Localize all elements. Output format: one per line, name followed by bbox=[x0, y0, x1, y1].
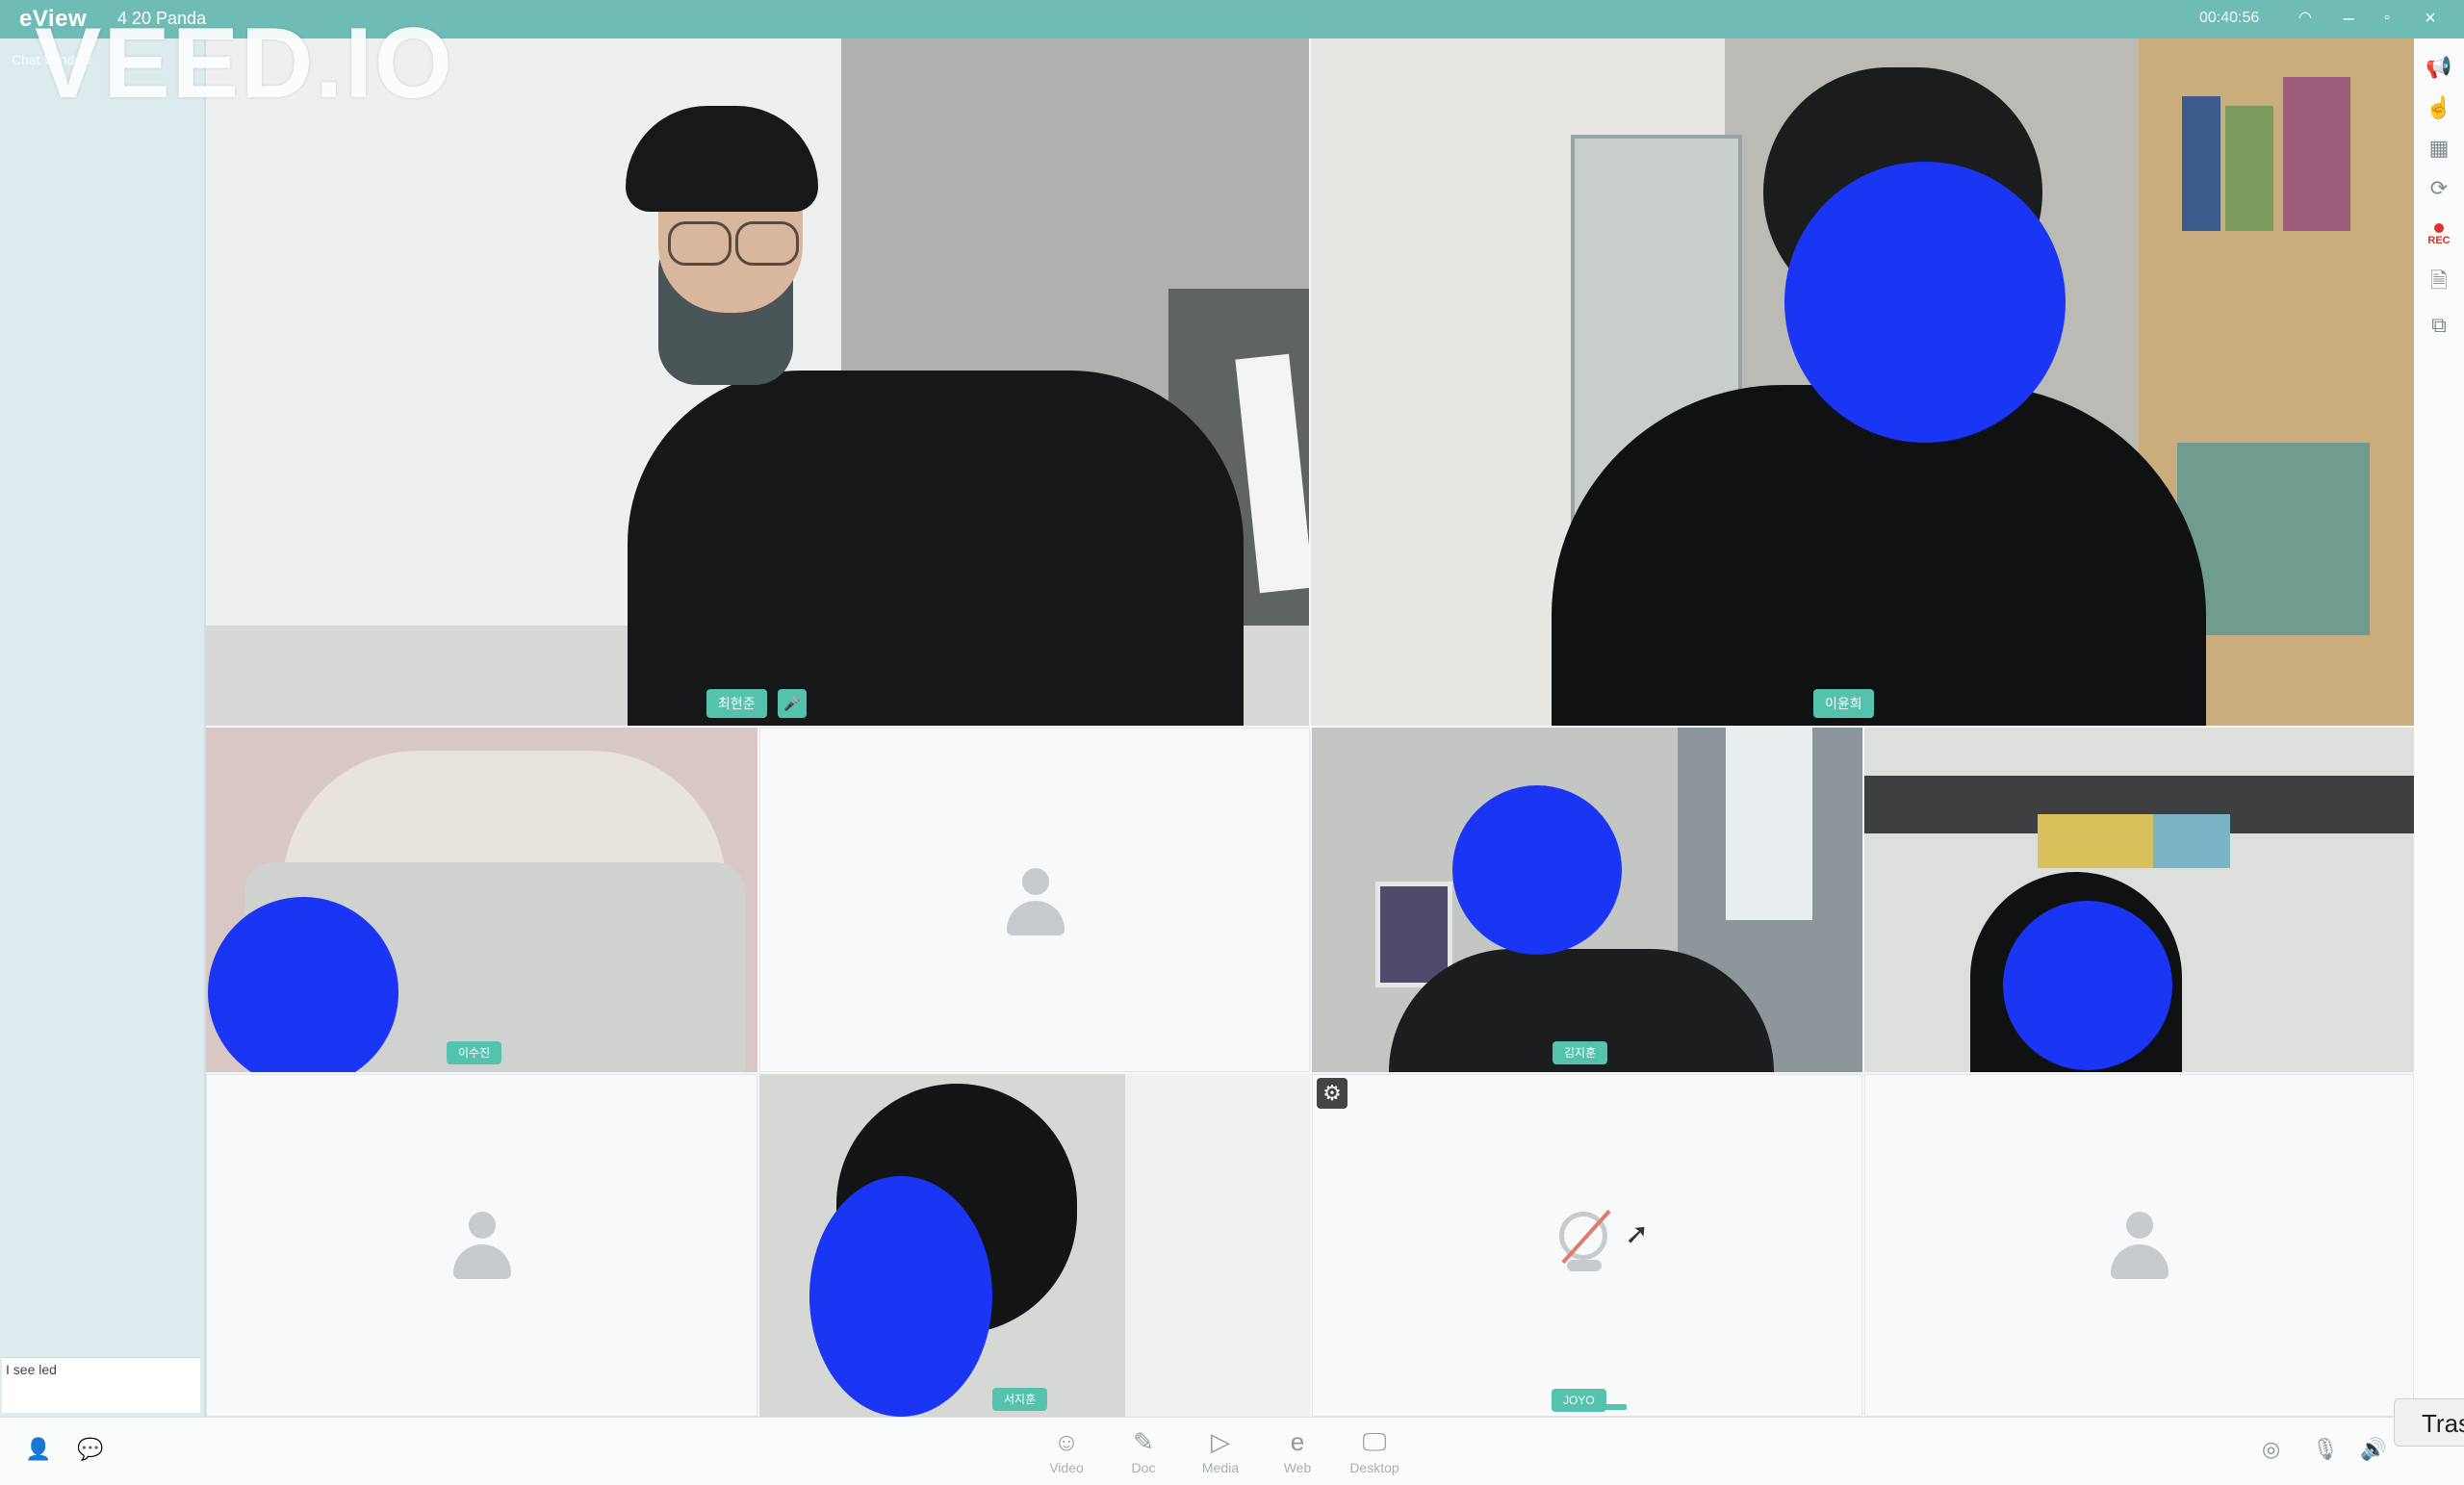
restore-button[interactable]: ▫ bbox=[2373, 4, 2401, 33]
participant-name-tag: 서지훈 bbox=[992, 1388, 1048, 1411]
person-body bbox=[628, 371, 1244, 726]
chat-tab[interactable]: Chat Window bbox=[12, 52, 91, 67]
media-tool-button[interactable]: ▷ Media bbox=[1187, 1427, 1254, 1475]
participant-name-tag: 최현준 bbox=[706, 689, 767, 718]
audio-level-bar bbox=[1598, 1404, 1627, 1410]
video-tile-3[interactable]: 이수진 bbox=[206, 728, 757, 1072]
participant-placeholder-icon bbox=[2111, 1212, 2169, 1281]
book-stack bbox=[2177, 443, 2370, 635]
shelf-folder bbox=[2153, 814, 2230, 868]
blurred-face bbox=[1452, 785, 1622, 955]
wifi-icon: ◠ bbox=[2298, 10, 2312, 26]
camera-toggle-icon[interactable]: ◎ bbox=[2262, 1437, 2280, 1462]
book-3 bbox=[2283, 77, 2350, 231]
mouse-cursor-icon: ➚ bbox=[1625, 1218, 1650, 1250]
book-2 bbox=[2225, 106, 2273, 231]
web-tool-button[interactable]: e Web bbox=[1264, 1427, 1331, 1475]
participant-name-tag: 이윤희 bbox=[1813, 689, 1874, 718]
speaker-icon[interactable]: 🔊 bbox=[2360, 1437, 2386, 1462]
play-icon: ▷ bbox=[1211, 1427, 1230, 1456]
video-tile-6[interactable] bbox=[1864, 728, 2414, 1072]
chat-icon[interactable]: 💬 bbox=[77, 1437, 103, 1462]
participants-icon[interactable]: 👤 bbox=[25, 1437, 51, 1462]
doc-tool-button[interactable]: ✎ Doc bbox=[1110, 1427, 1177, 1475]
blurred-face bbox=[208, 897, 398, 1072]
blurred-face bbox=[1784, 162, 2066, 443]
chat-input[interactable]: I see led bbox=[2, 1357, 200, 1413]
video-tile-4[interactable] bbox=[759, 728, 1310, 1072]
record-button[interactable]: REC bbox=[2424, 223, 2454, 254]
right-tool-rail: 📢 ☝ ▦ ⟳ REC 🗎 ⧉ bbox=[2414, 38, 2464, 1417]
announce-icon[interactable]: 📢 bbox=[2424, 52, 2454, 83]
close-button[interactable]: × bbox=[2416, 4, 2445, 33]
book-1 bbox=[2182, 96, 2220, 231]
share-icon[interactable]: ⧉ bbox=[2424, 310, 2454, 341]
participant-placeholder-icon bbox=[1007, 868, 1065, 937]
record-label: REC bbox=[2427, 235, 2451, 246]
web-label: Web bbox=[1283, 1460, 1312, 1475]
person-body bbox=[1552, 385, 2206, 726]
camera-off-icon bbox=[1555, 1209, 1617, 1277]
desktop-label: Desktop bbox=[1349, 1460, 1399, 1475]
glasses-right bbox=[735, 221, 799, 266]
video-label: Video bbox=[1049, 1460, 1084, 1475]
record-dot-icon bbox=[2434, 223, 2444, 233]
participant-placeholder-icon bbox=[453, 1212, 511, 1281]
window-light bbox=[1726, 728, 1812, 920]
blurred-face bbox=[809, 1176, 992, 1417]
room-title: 4 20 Panda bbox=[117, 9, 207, 28]
tooltip: Tras bbox=[2394, 1398, 2464, 1447]
chat-panel: Chat Window I see led bbox=[0, 38, 206, 1417]
participant-name-tag: 김지훈 bbox=[1553, 1041, 1608, 1064]
video-tile-5[interactable]: 김지훈 bbox=[1312, 728, 1862, 1072]
glasses-left bbox=[668, 221, 732, 266]
video-tile-2[interactable]: 이윤희 bbox=[1311, 38, 2414, 726]
settings-gear-icon[interactable]: ⚙ bbox=[1317, 1078, 1348, 1109]
layout-icon[interactable]: ▦ bbox=[2424, 133, 2454, 164]
title-bar: eView 4 20 Panda 00:40:56 ◠ – ▫ × bbox=[0, 0, 2464, 38]
bottom-toolbar: 👤 💬 ☺ Video ✎ Doc ▷ Media e Web 🖵 Deskto… bbox=[0, 1417, 2464, 1485]
refresh-icon[interactable]: ⟳ bbox=[2424, 173, 2454, 204]
video-tile-8[interactable]: 서지훈 bbox=[759, 1074, 1310, 1417]
document-icon[interactable]: 🗎 bbox=[2424, 268, 2454, 298]
participant-name-tag: 이수진 bbox=[447, 1041, 502, 1064]
doc-label: Doc bbox=[1131, 1460, 1156, 1475]
video-tile-1[interactable]: 최현준 🎤 bbox=[206, 38, 1309, 726]
media-label: Media bbox=[1201, 1460, 1240, 1475]
video-tile-10[interactable] bbox=[1864, 1074, 2414, 1417]
microphone-icon[interactable]: 🎤 bbox=[778, 689, 807, 718]
desktop-icon: 🖵 bbox=[1362, 1427, 1387, 1456]
video-tool-button[interactable]: ☺ Video bbox=[1033, 1427, 1100, 1475]
doc-icon: ✎ bbox=[1133, 1427, 1154, 1456]
video-tile-7[interactable] bbox=[206, 1074, 757, 1417]
blurred-face bbox=[2003, 901, 2172, 1070]
window-light bbox=[1125, 1074, 1310, 1417]
microphone-toggle-icon[interactable]: 🎙 bbox=[2312, 1437, 2339, 1462]
video-icon: ☺ bbox=[1053, 1427, 1080, 1456]
session-timer: 00:40:56 bbox=[2199, 10, 2260, 26]
pointer-icon[interactable]: ☝ bbox=[2424, 92, 2454, 123]
web-icon: e bbox=[1290, 1427, 1305, 1456]
minimize-button[interactable]: – bbox=[2334, 4, 2363, 33]
desktop-tool-button[interactable]: 🖵 Desktop bbox=[1341, 1427, 1408, 1475]
app-name: eView bbox=[19, 6, 88, 32]
video-tile-9[interactable]: ⚙ ➚ JOYO bbox=[1312, 1074, 1862, 1417]
